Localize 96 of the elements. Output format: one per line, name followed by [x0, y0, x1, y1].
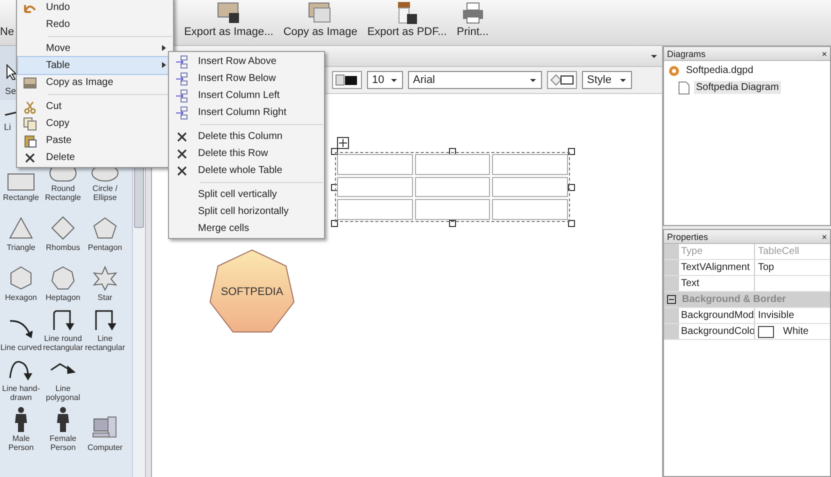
font-dropdown[interactable]: Arial: [408, 71, 542, 89]
printer-icon: [460, 2, 485, 24]
shape-text: SOFTPEDIA: [220, 286, 284, 298]
tree-item[interactable]: Softpedia.dgpd: [684, 64, 756, 77]
menu-item[interactable]: Delete this Row: [170, 145, 323, 162]
delete-icon: [175, 130, 189, 144]
page-icon: [678, 80, 690, 94]
paste-icon: [23, 134, 37, 148]
style-dropdown[interactable]: Style: [582, 71, 632, 89]
selection-handle[interactable]: [568, 220, 575, 227]
shape-label[interactable]: Pentagon: [83, 243, 127, 252]
dropdown-caret-icon: [619, 77, 627, 83]
shape-label[interactable]: Line polygonal: [41, 384, 85, 402]
selection-handle[interactable]: [331, 220, 338, 227]
tree-item[interactable]: Softpedia Diagram: [694, 81, 781, 94]
menu-item[interactable]: Insert Row Above: [170, 53, 323, 70]
menu-item[interactable]: Undo: [18, 0, 172, 16]
rectangle-icon: [7, 173, 35, 191]
shape-label[interactable]: Round Rectangle: [41, 184, 85, 202]
menu-item[interactable]: Split cell vertically: [170, 186, 323, 203]
shape-label[interactable]: Rectangle: [0, 193, 43, 202]
ribbon-label[interactable]: Ne: [0, 26, 14, 38]
selection-handle[interactable]: [568, 184, 575, 191]
menu-item[interactable]: Copy as Image: [18, 74, 172, 91]
menu-item[interactable]: Delete: [18, 149, 172, 166]
ribbon-button[interactable]: Export as PDF...: [363, 2, 451, 38]
shape-label[interactable]: Male Person: [0, 434, 43, 452]
selection-handle[interactable]: [449, 220, 456, 227]
fill-color-button[interactable]: [547, 71, 577, 89]
star-icon: [90, 265, 120, 291]
close-button[interactable]: ×: [822, 232, 827, 242]
table-shape[interactable]: [335, 152, 570, 222]
font-size-dropdown[interactable]: 10: [367, 71, 403, 89]
insert-row-icon: [175, 72, 189, 86]
color-swatch[interactable]: [758, 326, 774, 338]
menu-item[interactable]: Insert Row Below: [170, 70, 323, 87]
dropdown-caret-icon: [529, 77, 537, 83]
menu-item[interactable]: Delete this Column: [170, 128, 323, 145]
shape-label[interactable]: Computer: [83, 443, 127, 452]
menu-item[interactable]: Insert Column Left: [170, 87, 323, 104]
ribbon-button[interactable]: Print...: [452, 2, 493, 38]
shape-label[interactable]: Line hand-drawn: [0, 384, 43, 402]
text-color-icon: [335, 74, 359, 86]
dropdown-caret-icon: [650, 53, 658, 59]
text-color-button[interactable]: [332, 71, 362, 89]
shape-label[interactable]: Heptagon: [41, 293, 85, 302]
insert-row-icon: [175, 54, 189, 68]
shape-label[interactable]: Line round rectangular: [41, 334, 85, 352]
move-handle-icon: [337, 137, 349, 149]
fill-color-icon: [550, 74, 574, 86]
shape-label[interactable]: Star: [83, 293, 127, 302]
ribbon-button[interactable]: Copy as Image: [279, 2, 362, 38]
copy-icon: [23, 116, 37, 130]
property-name: BackgroundMod: [679, 308, 755, 323]
shape-label[interactable]: Rhombus: [41, 243, 85, 252]
picture-save-icon: [216, 2, 241, 24]
shape-label[interactable]: Hexagon: [0, 293, 43, 302]
menu-item[interactable]: Copy: [18, 115, 172, 132]
selection-handle[interactable]: [568, 148, 575, 155]
insert-column-icon: [175, 106, 189, 120]
ribbon-button[interactable]: Export as Image...: [180, 2, 278, 38]
menu-item[interactable]: Cut: [18, 98, 172, 115]
menu-item[interactable]: Insert Column Right: [170, 104, 323, 121]
dropdown-caret-icon: [390, 77, 398, 83]
delete-icon: [175, 164, 189, 178]
delete-icon: [23, 150, 37, 164]
property-name: TextVAlignment: [679, 260, 755, 275]
shape-label[interactable]: Triangle: [0, 243, 43, 252]
picture-icon: [23, 76, 37, 90]
property-name: Type: [679, 244, 755, 259]
panel-title: Properties: [667, 232, 708, 242]
property-name: Text: [679, 276, 755, 291]
menu-item[interactable]: Split cell horizontally: [170, 203, 323, 220]
picture-icon: [308, 2, 332, 24]
property-value[interactable]: White: [780, 324, 809, 339]
row-header: [664, 244, 679, 259]
shape-label[interactable]: Circle / Ellipse: [83, 184, 127, 202]
shape-label[interactable]: Line rectangular: [83, 334, 127, 352]
insert-column-icon: [175, 88, 189, 102]
menu-item[interactable]: Redo: [18, 16, 172, 33]
menu-item[interactable]: Paste: [18, 132, 172, 149]
menu-item[interactable]: Merge cells: [170, 220, 323, 237]
scissors-icon: [23, 100, 37, 114]
shape-label[interactable]: Female Person: [41, 434, 85, 452]
property-value[interactable]: Invisible: [755, 308, 794, 323]
row-header: [664, 324, 679, 339]
property-value[interactable]: Top: [755, 260, 774, 275]
pdf-save-icon: [395, 2, 420, 24]
row-header: [664, 260, 679, 275]
panel-title: Diagrams: [667, 48, 706, 58]
shape-label[interactable]: Line curved: [0, 343, 43, 352]
heptagon-shape[interactable]: SOFTPEDIA: [209, 249, 295, 335]
delete-icon: [175, 146, 189, 160]
close-button[interactable]: ×: [822, 48, 827, 58]
menu-item[interactable]: Delete whole Table: [170, 162, 323, 179]
file-icon: [668, 64, 680, 76]
